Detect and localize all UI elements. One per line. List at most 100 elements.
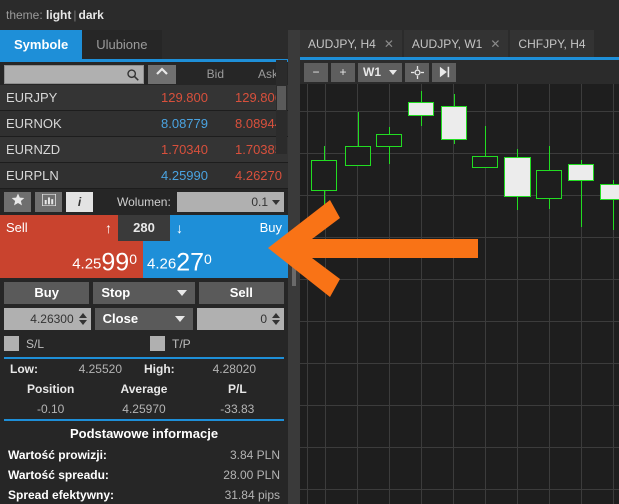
search-input[interactable] xyxy=(4,64,144,84)
column-header-bid[interactable]: Bid xyxy=(176,67,230,81)
symbol-action-toolbar: i Wolumen: 0.1 xyxy=(0,189,288,215)
list-item: Spread efektywny: 31.84 pips xyxy=(0,485,288,504)
theme-label: theme: xyxy=(6,8,43,22)
order-type-select[interactable]: Stop xyxy=(93,282,195,304)
order-qty-value: 0 xyxy=(260,312,268,326)
zoom-out-button[interactable]: − xyxy=(304,62,328,82)
theme-bar: theme: light | dark xyxy=(0,0,619,30)
symbol-name: EURJPY xyxy=(6,90,58,105)
theme-dark-link[interactable]: dark xyxy=(78,8,103,22)
sl-checkbox[interactable] xyxy=(4,336,19,351)
low-label: Low: xyxy=(10,362,38,376)
sl-group[interactable]: S/L xyxy=(4,336,138,351)
sell-header[interactable]: Sell ↑ xyxy=(0,215,118,241)
buy-price-button[interactable]: 4.26270 xyxy=(143,241,288,278)
low-value: 4.25520 xyxy=(78,362,122,376)
symbol-bid: 8.08779 xyxy=(161,116,208,131)
order-price-input[interactable]: 4.26300 xyxy=(4,308,91,330)
chart-toolbar: − + W1 xyxy=(300,60,619,84)
timeframe-select[interactable]: W1 xyxy=(358,62,402,82)
crosshair-icon xyxy=(410,65,424,79)
chart-tab-audjpy-w1[interactable]: AUDJPY, W1 ✕ xyxy=(403,30,509,57)
symbol-bid: 1.70340 xyxy=(161,142,208,157)
sell-price-button[interactable]: 4.25990 xyxy=(0,241,143,278)
info-key: Wartość prowizji: xyxy=(8,448,107,462)
go-to-end-button[interactable] xyxy=(432,62,456,82)
order-qty-input[interactable]: 0 xyxy=(197,308,285,330)
average-value: 4.25970 xyxy=(122,402,166,416)
info-button[interactable]: i xyxy=(66,192,93,212)
high-label: High: xyxy=(144,362,175,376)
buy-order-button[interactable]: Buy xyxy=(4,282,90,304)
sort-toggle-button[interactable] xyxy=(148,64,176,84)
close-icon[interactable]: ✕ xyxy=(384,37,394,51)
table-row[interactable]: EURJPY 129.800 129.806 xyxy=(0,85,288,111)
high-value: 4.28020 xyxy=(212,362,256,376)
chevron-down-icon xyxy=(175,316,186,322)
order-mode-value: Close xyxy=(102,311,139,326)
sell-price-big: 99 xyxy=(101,248,130,277)
order-fields-row: 4.26300 Close 0 xyxy=(0,304,288,334)
chart-tab-label: CHFJPY, H4 xyxy=(518,36,586,51)
search-row: Bid Ask xyxy=(0,62,288,85)
close-icon[interactable]: ✕ xyxy=(490,37,500,51)
chevron-up-icon xyxy=(156,66,168,75)
table-row[interactable]: EURNZD 1.70340 1.70385 xyxy=(0,137,288,163)
chart-tab-label: AUDJPY, H4 xyxy=(308,36,376,51)
position-headers-row: Position Average P/L xyxy=(0,379,288,399)
symbol-name: EURNZD xyxy=(6,142,61,157)
star-icon xyxy=(11,193,24,206)
table-row[interactable]: EURPLN 4.25990 4.26270 xyxy=(0,163,288,189)
spread-value: 280 xyxy=(118,215,170,241)
table-row[interactable]: EURNOK 8.08779 8.08944 xyxy=(0,111,288,137)
chevron-down-icon xyxy=(176,290,187,296)
symbol-ask: 4.26270 xyxy=(235,168,282,183)
favorite-button[interactable] xyxy=(4,192,31,212)
position-header: Position xyxy=(26,382,75,396)
info-section-title: Podstawowe informacje xyxy=(69,426,219,441)
low-high-row: Low: 4.25520 High: 4.28020 xyxy=(0,359,288,379)
sell-label: Sell xyxy=(6,220,28,235)
info-value: 31.84 pips xyxy=(224,488,280,502)
tp-group[interactable]: T/P xyxy=(138,336,284,351)
price-quotes: 4.25990 4.26270 xyxy=(0,241,288,278)
tab-ulubione[interactable]: Ulubione xyxy=(82,30,162,59)
panel-tabs: Symbole Ulubione xyxy=(0,30,288,59)
volume-label: Wolumen: xyxy=(117,195,171,209)
info-key: Spread efektywny: xyxy=(8,488,115,502)
buy-price-fraction: 0 xyxy=(204,251,212,267)
bar-chart-icon xyxy=(41,193,56,207)
qty-stepper[interactable] xyxy=(272,312,281,326)
sl-tp-row: S/L T/P xyxy=(0,334,288,357)
chart-tab-chfjpy-h4[interactable]: CHFJPY, H4 xyxy=(510,30,594,57)
annotation-arrow-icon xyxy=(268,200,478,297)
info-value: 3.84 PLN xyxy=(229,448,280,462)
tp-checkbox[interactable] xyxy=(150,336,165,351)
price-stepper[interactable] xyxy=(78,312,87,326)
chart-button[interactable] xyxy=(35,192,62,212)
symbol-list-scrollbar[interactable] xyxy=(276,60,287,154)
chart-tabs: AUDJPY, H4 ✕ AUDJPY, W1 ✕ CHFJPY, H4 xyxy=(300,30,619,57)
symbol-name: EURPLN xyxy=(6,168,59,183)
symbol-bid: 129.800 xyxy=(161,90,208,105)
scrollbar-thumb[interactable] xyxy=(277,86,286,110)
chart-tab-audjpy-h4[interactable]: AUDJPY, H4 ✕ xyxy=(300,30,402,57)
order-mode-select[interactable]: Close xyxy=(94,308,194,330)
sell-buy-header: Sell ↑ 280 ↓ Buy xyxy=(0,215,288,241)
pl-value: -33.83 xyxy=(220,402,255,416)
tab-symbole[interactable]: Symbole xyxy=(0,30,83,59)
arrow-down-icon: ↓ xyxy=(176,220,183,236)
list-item: Wartość prowizji: 3.84 PLN xyxy=(0,445,288,465)
info-value: 28.00 PLN xyxy=(223,468,280,482)
crosshair-button[interactable] xyxy=(405,62,429,82)
arrow-up-icon: ↑ xyxy=(105,220,112,236)
skip-to-end-icon xyxy=(439,66,449,78)
average-header: Average xyxy=(120,382,168,396)
tp-label: T/P xyxy=(172,336,191,351)
zoom-in-button[interactable]: + xyxy=(331,62,355,82)
buy-price-prefix: 4.26 xyxy=(147,255,177,273)
chevron-down-icon xyxy=(389,69,397,75)
buy-price-big: 27 xyxy=(176,248,205,277)
position-value: -0.10 xyxy=(36,402,65,416)
theme-light-link[interactable]: light xyxy=(46,8,71,22)
